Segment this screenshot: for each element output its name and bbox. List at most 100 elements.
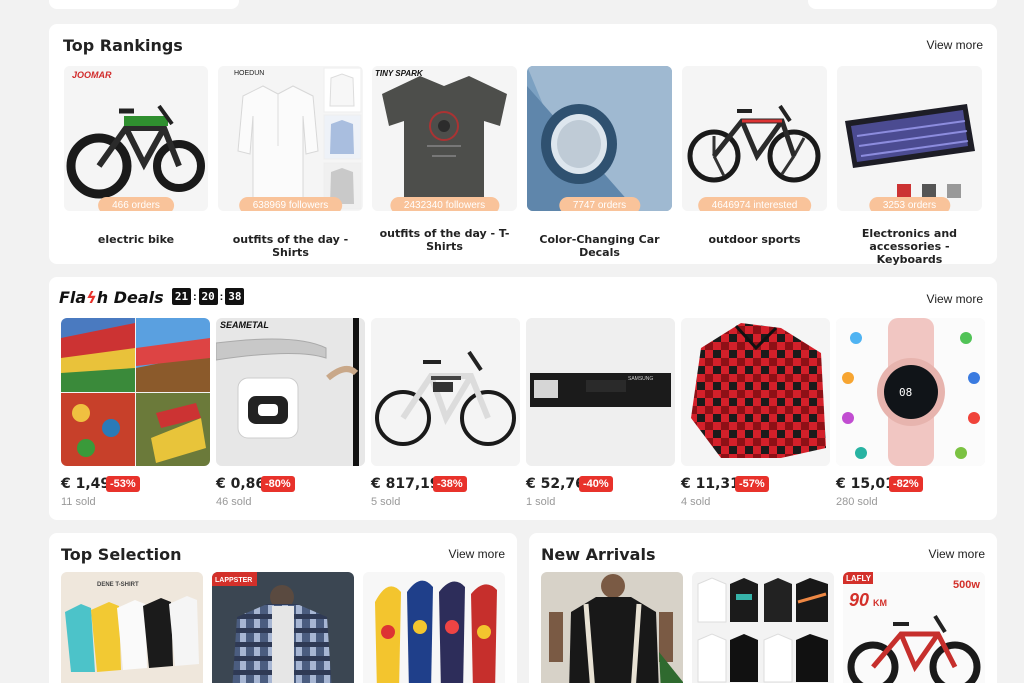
deal-discount-badge: -82%: [889, 476, 923, 492]
deal-discount-badge: -38%: [433, 476, 467, 492]
flash-deals-view-more-link[interactable]: View more: [927, 292, 983, 306]
deal-price: € 52,76: [526, 476, 585, 492]
deal-item-ebike[interactable]: [371, 318, 520, 466]
ranking-badge: 2432340 followers: [389, 197, 500, 211]
selection-item-flags[interactable]: [363, 572, 505, 683]
deal-sold-count: 46 sold: [216, 496, 252, 508]
ranking-badge: 466 orders: [98, 197, 174, 211]
ebike-power: 500w: [953, 579, 980, 591]
new-arrivals-view-more-link[interactable]: View more: [929, 547, 985, 561]
countdown-timer: 21 : 20 : 38: [172, 288, 245, 305]
selection-item-jacket[interactable]: LAPPSTER: [212, 572, 354, 683]
mountain-bike-image: [682, 66, 827, 211]
timer-separator: :: [193, 290, 197, 303]
previous-card-right: [808, 0, 997, 9]
flash-deals-card: Flaϟh Deals 21 : 20 : 38 View more € 1,4…: [49, 277, 997, 520]
printed-tshirts-image: [692, 572, 834, 683]
ranking-label[interactable]: outdoor sports: [682, 233, 827, 246]
flash-deals-logo: Flaϟh Deals: [59, 288, 164, 307]
patterned-shirt-image: [541, 572, 683, 683]
ebike-range-value: 90: [849, 590, 869, 610]
plaid-shirt-image: [681, 318, 830, 466]
city-ebike-image: [371, 318, 520, 466]
flash-deals-title-end: h Deals: [96, 288, 164, 307]
lightning-icon: ϟ: [86, 288, 97, 307]
deal-item-smartwatch[interactable]: 08: [836, 318, 985, 466]
car-decal-roll-image: [527, 66, 672, 211]
timer-minutes: 20: [198, 288, 218, 305]
ranking-badge: 7747 orders: [558, 197, 641, 211]
shirts-image: HOEDUN: [218, 66, 363, 211]
prayer-flags-image: [61, 318, 210, 466]
deal-discount-badge: -40%: [579, 476, 613, 492]
new-arrivals-title: New Arrivals: [541, 545, 656, 564]
deal-discount-badge: -57%: [735, 476, 769, 492]
deal-item-ssd[interactable]: SAMSUNG: [526, 318, 675, 466]
deal-sold-count: 5 sold: [371, 496, 401, 508]
deal-price: € 817,19: [371, 476, 440, 492]
deal-sold-count: 1 sold: [526, 496, 556, 508]
deal-item-door-guard[interactable]: SEAMETAL: [216, 318, 365, 466]
ranking-item-outdoor-sports[interactable]: 4646974 interested: [682, 66, 827, 211]
top-selection-title: Top Selection: [61, 545, 182, 564]
deal-item-flags[interactable]: [61, 318, 210, 466]
ebike-range-unit: KM: [873, 598, 887, 608]
ranking-item-electric-bike[interactable]: JOOMAR 466 orders: [64, 66, 208, 211]
nvme-ssd-image: SAMSUNG: [526, 318, 675, 466]
ranking-badge: 3253 orders: [868, 197, 951, 211]
arrival-item-ebike[interactable]: LAFLY 90 KM 500w: [843, 572, 985, 683]
electric-bike-image: JOOMAR: [64, 66, 208, 211]
lafly-ebike-image: LAFLY 90 KM 500w: [843, 572, 985, 683]
ranking-badge: 4646974 interested: [697, 197, 812, 211]
top-rankings-view-more-link[interactable]: View more: [927, 38, 983, 52]
top-rankings-card: Top Rankings View more JOOMAR 466 orders…: [49, 24, 997, 266]
smartwatch-image: 08: [836, 318, 985, 466]
deal-sold-count: 4 sold: [681, 496, 711, 508]
top-selection-card: Top Selection View more DENE T-SHIRT LAP…: [49, 533, 517, 683]
tiny-spark-logo: TINY SPARK: [375, 69, 424, 78]
flash-deals-title-start: Fla: [59, 288, 87, 307]
lappster-logo: LAPPSTER: [215, 577, 252, 584]
ranking-label[interactable]: outfits of the day - Shirts: [218, 233, 363, 259]
colored-tshirts-image: DENE T-SHIRT: [61, 572, 203, 683]
hoedun-logo: HOEDUN: [234, 70, 264, 77]
deal-price: € 15,01: [836, 476, 895, 492]
top-selection-view-more-link[interactable]: View more: [449, 547, 505, 561]
keyboard-image: [837, 66, 982, 211]
ranking-label[interactable]: electric bike: [64, 233, 208, 246]
timer-hours: 21: [172, 288, 191, 305]
deal-discount-badge: -53%: [106, 476, 140, 492]
deal-price: € 11,31: [681, 476, 740, 492]
arrival-item-tshirts[interactable]: [692, 572, 834, 683]
ranking-badge: 638969 followers: [238, 197, 343, 211]
ranking-item-car-decals[interactable]: 7747 orders: [527, 66, 672, 211]
selection-item-tshirts[interactable]: DENE T-SHIRT: [61, 572, 203, 683]
joomar-logo: JOOMAR: [72, 70, 112, 80]
door-edge-guard-image: SEAMETAL: [216, 318, 365, 466]
ranking-label[interactable]: Color-Changing Car Decals: [527, 233, 672, 259]
deal-discount-badge: -80%: [261, 476, 295, 492]
seametal-logo: SEAMETAL: [220, 320, 269, 330]
svg-text:08: 08: [899, 386, 912, 399]
lafly-logo: LAFLY: [846, 574, 872, 583]
feather-flags-image: [363, 572, 505, 683]
new-arrivals-card: New Arrivals View more LAFLY 90 KM 500w: [529, 533, 997, 683]
deal-price: € 0,86: [216, 476, 266, 492]
ranking-label[interactable]: Electronics and accessories - Keyboards: [837, 227, 982, 266]
plaid-jacket-image: LAPPSTER: [212, 572, 354, 683]
timer-seconds: 38: [225, 288, 245, 305]
samsung-logo: SAMSUNG: [628, 376, 653, 382]
ranking-item-keyboards[interactable]: 3253 orders: [837, 66, 982, 211]
deal-sold-count: 11 sold: [61, 496, 96, 508]
previous-card-left: [49, 0, 239, 9]
timer-separator: :: [219, 290, 224, 303]
arrival-item-shirt[interactable]: [541, 572, 683, 683]
ranking-label[interactable]: outfits of the day - T-Shirts: [379, 227, 510, 253]
deal-sold-count: 280 sold: [836, 496, 878, 508]
deal-price: € 1,49: [61, 476, 111, 492]
deal-item-plaid-shirt[interactable]: [681, 318, 830, 466]
ranking-item-tshirts[interactable]: TINY SPARK 2432340 followers: [372, 66, 517, 211]
tshirt-brand-text: DENE T-SHIRT: [97, 582, 139, 588]
top-rankings-title: Top Rankings: [63, 36, 183, 55]
ranking-item-shirts[interactable]: HOEDUN 638969 followers: [218, 66, 363, 211]
